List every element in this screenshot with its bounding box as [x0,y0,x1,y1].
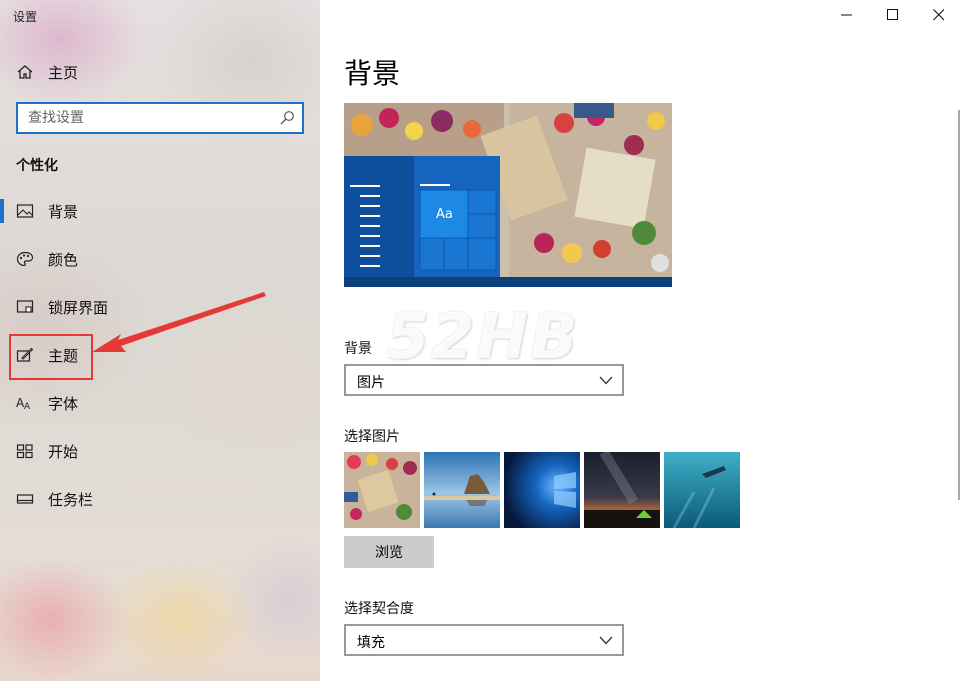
sidebar-item-taskbar[interactable]: 任务栏 [0,479,320,519]
thumbnail-beach-image [424,452,500,528]
thumbnail-food-table[interactable] [344,452,420,528]
background-label: 背景 [344,341,372,357]
svg-text:A: A [24,402,31,411]
background-preview: Aa [344,103,672,287]
taskbar-icon [16,494,34,504]
minimize-icon [841,14,852,16]
sidebar-item-start[interactable]: 开始 [0,431,320,471]
close-icon [933,9,945,21]
sidebar-item-label: 开始 [48,443,79,461]
background-type-dropdown[interactable]: 图片 [344,364,624,396]
scrollbar[interactable] [958,110,960,500]
maximize-icon [887,9,898,20]
fit-label: 选择契合度 [344,601,414,617]
preview-tile-text: Aa [436,207,453,222]
maximize-button[interactable] [870,0,916,30]
thumbnail-night-image [584,452,660,528]
picture-thumbnails [344,452,740,528]
fit-value: 填充 [357,635,385,651]
fit-dropdown[interactable]: 填充 [344,624,624,656]
thumbnail-night-sky[interactable] [584,452,660,528]
watermark: 52HB [386,300,580,373]
thumbnail-windows-logo[interactable] [504,452,580,528]
thumbnail-underwater-image [664,452,740,528]
sidebar-item-label: 任务栏 [48,491,94,509]
page-title: 背景 [344,57,401,90]
window-controls [824,0,962,30]
chevron-down-icon [599,376,613,385]
close-button[interactable] [916,0,962,30]
thumbnail-windows-image [504,452,580,528]
chevron-down-icon [599,636,613,645]
annotation-arrow [92,292,266,352]
thumbnail-underwater[interactable] [664,452,740,528]
browse-button[interactable]: 浏览 [344,536,434,568]
background-type-value: 图片 [357,375,385,391]
start-grid-icon [16,444,33,459]
minimize-button[interactable] [824,0,870,30]
preview-wallpaper [344,103,672,287]
thumbnail-beach-rocks[interactable] [424,452,500,528]
thumbnail-food-image [344,452,420,528]
choose-picture-label: 选择图片 [344,429,400,445]
